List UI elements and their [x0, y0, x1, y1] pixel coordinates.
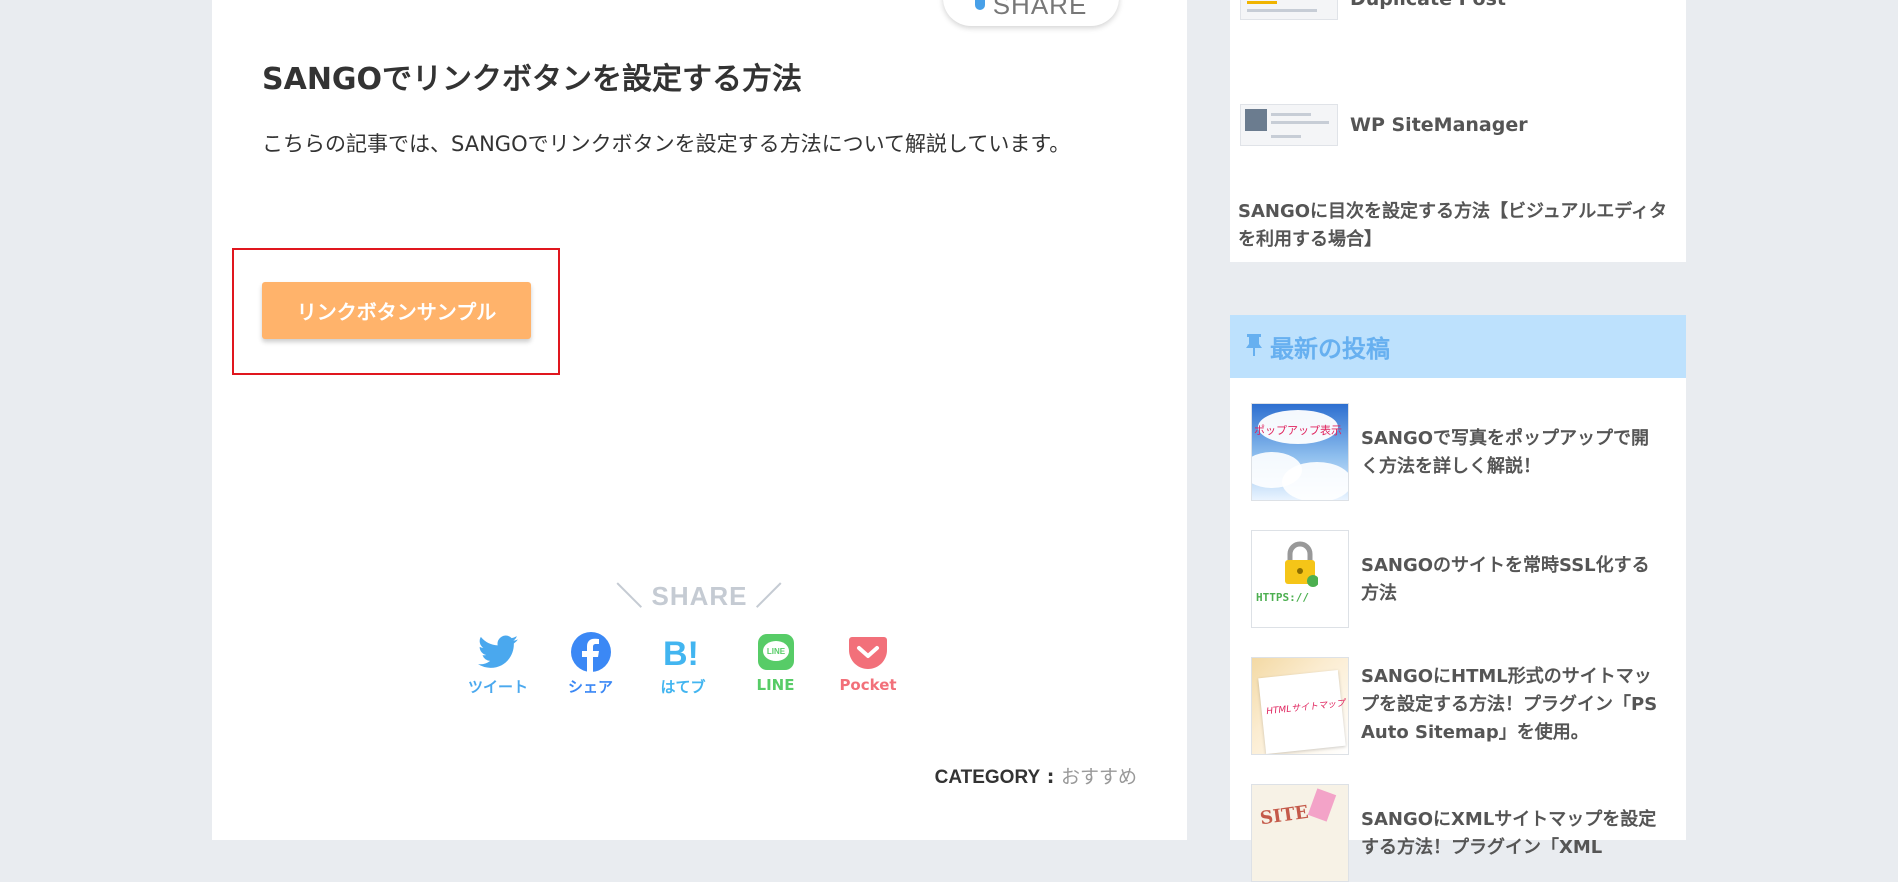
- article-title: SANGOでリンクボタンを設定する方法: [262, 62, 803, 97]
- share-pocket-label: Pocket: [839, 676, 897, 694]
- share-hatena-label: はてブ: [660, 678, 706, 696]
- popular-item-title: Duplicate Post: [1350, 0, 1506, 10]
- latest-post-title: SANGOにXMLサイトマップを設定する方法！プラグイン「XML: [1361, 809, 1657, 858]
- line-icon: LINE: [754, 632, 798, 672]
- share-buttons: ツイート シェア B! はてブ LINE LINE Pocket: [453, 632, 913, 702]
- popular-item[interactable]: Duplicate Post: [1240, 0, 1506, 20]
- share-twitter-button[interactable]: ツイート: [453, 632, 543, 702]
- plugin-thumbnail: [1240, 104, 1338, 146]
- latest-post-item[interactable]: HTMLサイトマップ SANGOにHTML形式のサイトマップを設定する方法！プラ…: [1251, 657, 1661, 755]
- post-thumbnail: HTTPS://: [1251, 530, 1349, 628]
- latest-post-item[interactable]: ポップアップ表示 SANGOで写真をポップアップで開く方法を詳しく解説！: [1251, 403, 1661, 501]
- share-pocket-button[interactable]: Pocket: [823, 632, 913, 702]
- link-button-sample[interactable]: リンクボタンサンプル: [262, 282, 531, 339]
- hatena-bookmark-icon: B!: [661, 632, 705, 672]
- share-drop-icon: [974, 0, 985, 10]
- padlock-icon: [1285, 541, 1318, 587]
- popular-plugins-card: Duplicate Post WP SiteManager SANGOに目次を設…: [1230, 0, 1686, 262]
- post-thumbnail: ポップアップ表示: [1251, 403, 1349, 501]
- popular-item-title: WP SiteManager: [1350, 114, 1528, 136]
- popular-item[interactable]: WP SiteManager: [1240, 104, 1528, 146]
- plugin-thumbnail: [1240, 0, 1338, 20]
- latest-posts-header: 最新の投稿: [1230, 315, 1686, 378]
- latest-posts-title: 最新の投稿: [1270, 335, 1390, 363]
- latest-post-title: SANGOのサイトを常時SSL化する方法: [1361, 555, 1650, 604]
- post-thumbnail: HTMLサイトマップ: [1251, 657, 1349, 755]
- post-thumbnail-text: HTTPS://: [1256, 591, 1309, 604]
- category-label: CATEGORY: [934, 767, 1041, 788]
- share-heading: ＼ SHARE ／: [616, 581, 783, 611]
- latest-post-item[interactable]: HTTPS:// SANGOのサイトを常時SSL化する方法: [1251, 530, 1661, 628]
- svg-text:LINE: LINE: [766, 647, 785, 656]
- top-share-button[interactable]: SHARE: [943, 0, 1119, 26]
- share-twitter-label: ツイート: [467, 678, 528, 696]
- latest-posts-list: ポップアップ表示 SANGOで写真をポップアップで開く方法を詳しく解説！ HTT…: [1230, 378, 1686, 882]
- post-thumbnail-text: SITE: [1258, 801, 1310, 830]
- share-hatena-button[interactable]: B! はてブ: [638, 632, 728, 702]
- top-share-label: SHARE: [992, 0, 1088, 20]
- article-description: こちらの記事では、SANGOでリンクボタンを設定する方法について解説しています。: [262, 132, 1071, 156]
- sidebar-article-link[interactable]: SANGOに目次を設定する方法【ビジュアルエディタを利用する場合】: [1238, 198, 1678, 254]
- category-separator: :: [1040, 766, 1061, 788]
- post-thumbnail-text: ポップアップ表示: [1254, 424, 1342, 437]
- category-line: CATEGORY : おすすめ: [935, 762, 1137, 789]
- svg-text:B!: B!: [663, 635, 699, 670]
- share-facebook-label: シェア: [567, 678, 613, 696]
- facebook-icon: [569, 632, 613, 672]
- pin-icon: [1244, 333, 1264, 361]
- share-line-label: LINE: [756, 676, 795, 694]
- share-facebook-button[interactable]: シェア: [546, 632, 636, 702]
- post-thumbnail: SITE: [1251, 784, 1349, 882]
- latest-post-title: SANGOで写真をポップアップで開く方法を詳しく解説！: [1361, 428, 1650, 477]
- category-link[interactable]: おすすめ: [1061, 766, 1137, 788]
- latest-post-item[interactable]: SITE SANGOにXMLサイトマップを設定する方法！プラグイン「XML: [1251, 784, 1661, 882]
- twitter-icon: [476, 632, 520, 672]
- share-line-button[interactable]: LINE LINE: [731, 632, 821, 702]
- pocket-icon: [846, 632, 890, 672]
- latest-post-title: SANGOにHTML形式のサイトマップを設定する方法！プラグイン「PS Auto…: [1361, 666, 1658, 743]
- main-content: SHARE SANGOでリンクボタンを設定する方法 こちらの記事では、SANGO…: [212, 0, 1187, 840]
